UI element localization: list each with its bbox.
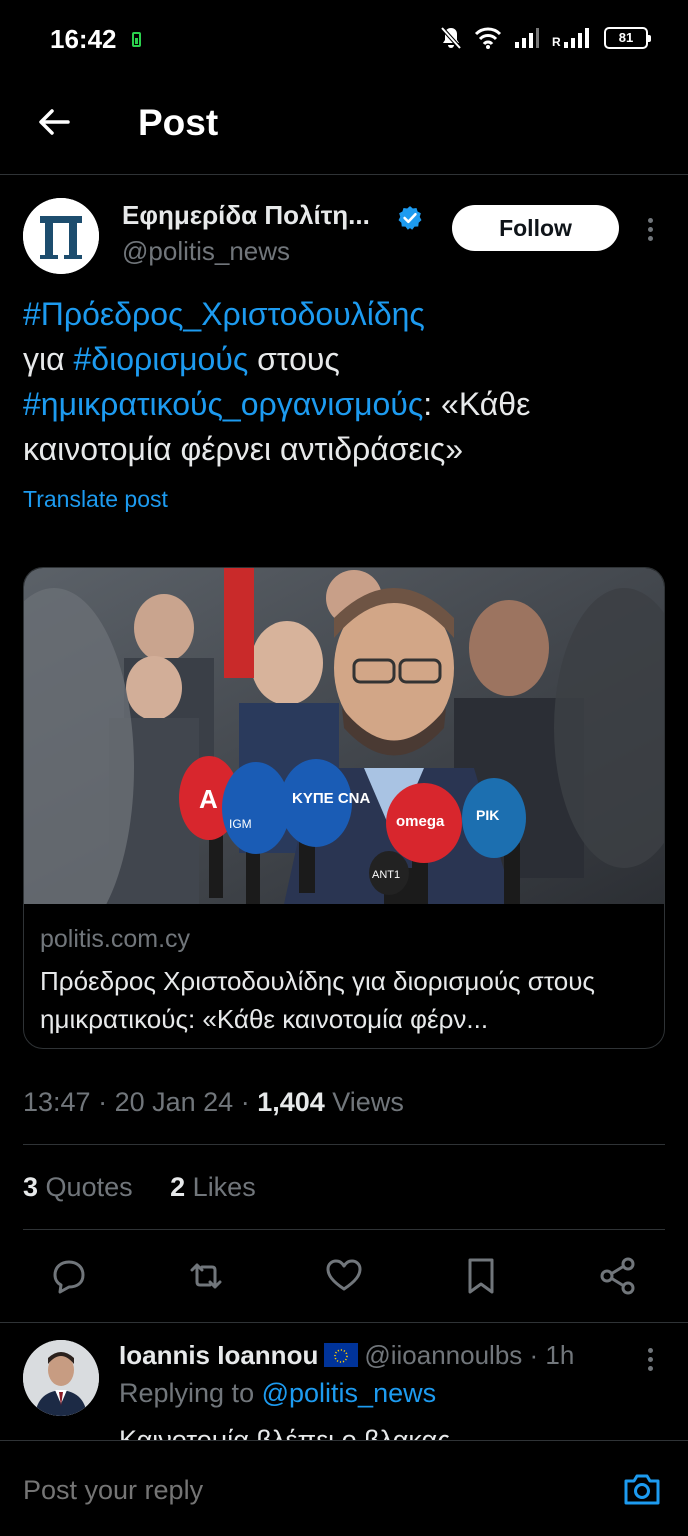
likes-stat[interactable]: 2 Likes bbox=[170, 1172, 256, 1202]
mic-label: ΡΙΚ bbox=[476, 807, 499, 823]
camera-icon[interactable] bbox=[622, 1471, 662, 1507]
wifi-icon bbox=[474, 27, 502, 49]
mic-label: ΚΥΠΕ CNA bbox=[292, 790, 371, 807]
author-handle[interactable]: @politis_news bbox=[122, 236, 290, 267]
tweet-text: #Πρόεδρος_Χριστοδουλίδης για #διορισμούς… bbox=[23, 292, 663, 472]
reply-author-handle[interactable]: @iioannoulbs bbox=[364, 1340, 522, 1370]
like-icon[interactable] bbox=[322, 1254, 366, 1298]
signal-icon-1 bbox=[515, 28, 539, 48]
replying-prefix: Replying to bbox=[119, 1378, 255, 1408]
views-count: 1,404 bbox=[257, 1087, 325, 1117]
mic-label: omega bbox=[396, 813, 445, 830]
author-name[interactable]: Εφημερίδα Πολίτη... bbox=[122, 200, 370, 231]
tweet-meta: 13:47 · 20 Jan 24 · 1,404 Views bbox=[23, 1087, 404, 1117]
author-avatar[interactable] bbox=[23, 198, 99, 274]
page-title: Post bbox=[138, 102, 219, 143]
status-icons: R 81 bbox=[440, 26, 651, 50]
back-arrow-icon[interactable] bbox=[34, 102, 74, 142]
quotes-stat[interactable]: 3 Quotes bbox=[23, 1172, 133, 1202]
share-icon[interactable] bbox=[596, 1254, 640, 1298]
link-preview-card[interactable]: Α IGM ΚΥΠΕ CNA omega ANT1 ΡΙΚ politis.co bbox=[23, 567, 665, 1049]
engagement-stats: 3 Quotes 2 Likes bbox=[23, 1172, 256, 1203]
hashtag-link[interactable]: #Πρόεδρος_Χριστοδουλίδης bbox=[23, 296, 425, 332]
news-photo: Α IGM ΚΥΠΕ CNA omega ANT1 ΡΙΚ bbox=[24, 568, 664, 904]
reply-text: Καινοτομία βλέπει ο βλακας bbox=[119, 1425, 451, 1440]
battery-saver-icon bbox=[132, 32, 141, 47]
reply-author-name[interactable]: Ioannis Ioannou bbox=[119, 1340, 318, 1370]
action-bar bbox=[0, 1248, 688, 1304]
profile-photo bbox=[23, 1340, 99, 1416]
replying-mention[interactable]: @politis_news bbox=[262, 1378, 437, 1408]
views-label: Views bbox=[332, 1087, 404, 1117]
reply-separator: · bbox=[522, 1340, 546, 1370]
top-app-bar: Post bbox=[0, 80, 688, 175]
tweet-text-segment: για bbox=[23, 341, 74, 377]
card-domain: politis.com.cy bbox=[40, 925, 191, 953]
mute-bell-icon bbox=[440, 26, 462, 50]
signal-icon-2: R bbox=[552, 28, 589, 49]
hashtag-link[interactable]: #διορισμούς bbox=[74, 341, 249, 377]
politis-logo-icon bbox=[23, 198, 99, 274]
reply-icon[interactable] bbox=[47, 1254, 91, 1298]
follow-button[interactable]: Follow bbox=[452, 205, 619, 251]
tweet-time: 13:47 bbox=[23, 1087, 91, 1117]
tweet-date: 20 Jan 24 bbox=[114, 1087, 234, 1117]
quotes-count: 3 bbox=[23, 1172, 39, 1202]
divider bbox=[0, 1322, 688, 1323]
bookmark-icon[interactable] bbox=[459, 1254, 503, 1298]
verified-badge-icon bbox=[398, 206, 422, 230]
reply-author-avatar[interactable] bbox=[23, 1340, 99, 1416]
likes-count: 2 bbox=[170, 1172, 186, 1202]
status-time: 16:42 bbox=[50, 24, 117, 54]
reply-header: Ioannis Ioannou @iioannoulbs · 1h bbox=[119, 1340, 574, 1371]
mic-label: ANT1 bbox=[372, 869, 400, 881]
reply-more-options-icon[interactable] bbox=[640, 1344, 660, 1374]
reply-input[interactable] bbox=[23, 1475, 377, 1506]
repost-icon[interactable] bbox=[184, 1254, 228, 1298]
reply-composer bbox=[0, 1440, 688, 1536]
quotes-label: Quotes bbox=[45, 1172, 133, 1202]
divider bbox=[23, 1144, 665, 1145]
more-options-icon[interactable] bbox=[640, 214, 660, 244]
replying-to: Replying to @politis_news bbox=[119, 1378, 436, 1409]
hashtag-link[interactable]: #ημικρατικούς_οργανισμούς bbox=[23, 386, 423, 422]
reply-age: 1h bbox=[545, 1340, 575, 1370]
status-bar: 16:42 R 81 bbox=[0, 0, 688, 80]
battery-icon: 81 bbox=[604, 27, 651, 49]
likes-label: Likes bbox=[192, 1172, 256, 1202]
eu-flag-icon bbox=[324, 1343, 359, 1367]
card-title: Πρόεδρος Χριστοδουλίδης για διορισμούς σ… bbox=[40, 966, 595, 1034]
mic-label: Α bbox=[199, 784, 218, 814]
translate-post-link[interactable]: Translate post bbox=[23, 486, 168, 513]
mic-label: IGM bbox=[229, 817, 252, 831]
svg-text:R: R bbox=[552, 35, 561, 49]
tweet-text-segment: στους bbox=[248, 341, 340, 377]
divider bbox=[23, 1229, 665, 1230]
